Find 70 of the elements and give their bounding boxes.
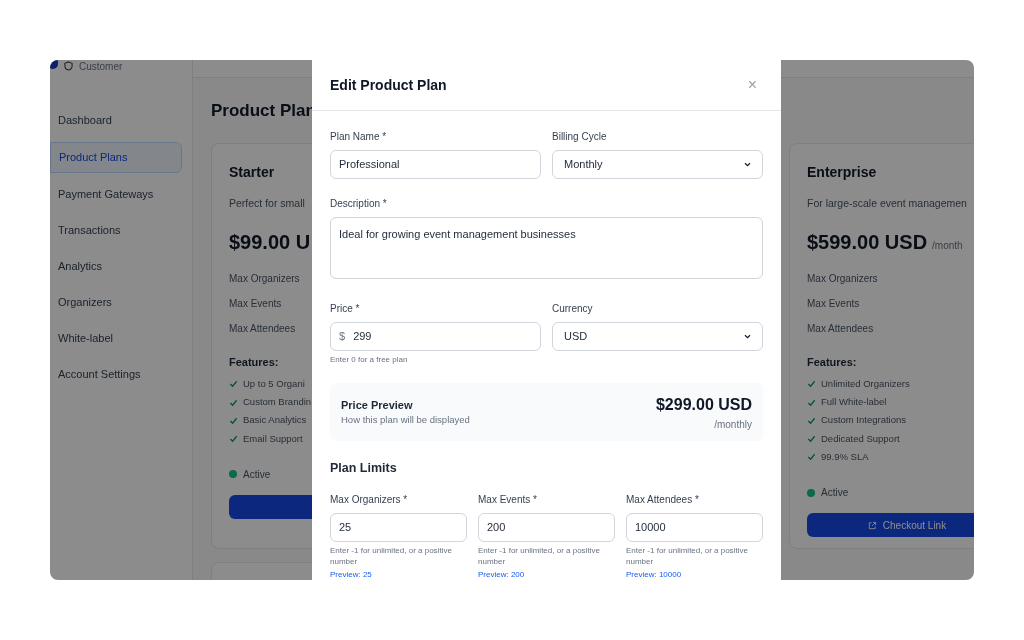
select-field[interactable]: Monthly — [552, 150, 763, 179]
preview-subtitle: How this plan will be displayed — [341, 413, 470, 428]
limit-label: Max Organizers — [229, 272, 301, 287]
preview-amount: $299.00 USD — [655, 394, 752, 415]
limit-label: Max Events — [229, 297, 283, 312]
field-label: Max Events * — [478, 492, 538, 507]
nav-item[interactable]: Organizers — [50, 288, 182, 317]
nav-item[interactable]: Payment Gateways — [50, 180, 182, 209]
number-field[interactable]: 10000 — [626, 512, 763, 542]
hint-text: Enter 0 for a free plan — [330, 354, 409, 366]
plan-name: Enterprise — [807, 162, 878, 182]
plan-description: Perfect for small — [229, 195, 306, 211]
feature-text: Up to 5 Organi — [243, 376, 305, 391]
feature-text: Custom Integrations — [821, 413, 906, 428]
hint-text: Enter -1 for unlimited, or a positive number — [330, 544, 453, 567]
limit-label: Max Events — [807, 297, 861, 312]
limit-label: Max Attendees — [229, 322, 297, 337]
external-link-icon — [867, 520, 877, 530]
modal-title: Edit Product Plan — [330, 75, 447, 95]
feature-text: Basic Analytics — [243, 413, 307, 428]
brand-name: Customer — [79, 60, 123, 74]
chevron-down-icon — [744, 162, 751, 167]
preview-text: Preview: 200 — [478, 568, 526, 580]
hint-text: Enter -1 for unlimited, or a positive number — [478, 544, 601, 567]
field-label: Description * — [330, 197, 388, 211]
text-area[interactable]: Ideal for growing event management businesses — [330, 217, 763, 279]
nav-item[interactable]: White-label — [50, 324, 182, 353]
field-label: Max Attendees * — [626, 492, 700, 507]
price-period: /month — [932, 239, 963, 254]
close-button[interactable]: × — [747, 77, 757, 93]
field-label: Billing Cycle — [552, 130, 608, 144]
status-text: Active — [243, 467, 271, 482]
status-text: Active — [821, 486, 849, 500]
field-label: Price * — [330, 302, 361, 316]
plan-price: $99.00 U — [229, 230, 311, 256]
plan-name: Starter — [229, 162, 276, 182]
limit-label: Max Attendees — [807, 322, 875, 337]
feature-text: Custom Brandin — [243, 395, 312, 409]
limit-label: Max Organizers — [807, 272, 879, 287]
feature-text: Email Support — [243, 431, 303, 446]
nav-item[interactable]: Analytics — [50, 252, 182, 281]
hint-text: Enter -1 for unlimited, or a positive number — [626, 544, 749, 567]
nav-item[interactable]: Account Settings — [50, 360, 182, 389]
field-label: Max Organizers * — [330, 492, 409, 507]
field-label: Plan Name * — [330, 130, 388, 144]
price-field[interactable]: $ 299 — [330, 322, 541, 351]
text-field[interactable]: Professional — [330, 150, 541, 179]
preview-text: Preview: 10000 — [626, 568, 683, 580]
select-field[interactable]: USD — [552, 322, 763, 351]
nav-item[interactable]: Transactions — [50, 216, 182, 245]
section-heading: Plan Limits — [330, 460, 398, 477]
preview-title: Price Preview — [341, 397, 414, 413]
features-heading: Features: — [229, 355, 280, 371]
preview-text: Preview: 25 — [330, 568, 373, 580]
number-field[interactable]: 200 — [478, 512, 615, 542]
plan-description: For large-scale event managemen — [807, 195, 968, 211]
checkout-button[interactable]: Checkout Link — [807, 513, 974, 537]
nav-item[interactable]: Product Plans — [50, 142, 182, 173]
feature-text: Unlimited Organizers — [821, 376, 910, 391]
nav-item[interactable]: Dashboard — [50, 106, 182, 135]
chevron-down-icon — [744, 334, 751, 339]
feature-text: 99.9% SLA — [821, 449, 869, 464]
number-field[interactable]: 25 — [330, 512, 467, 542]
plan-price: $599.00 USD — [807, 230, 928, 256]
feature-text: Full White-label — [821, 395, 887, 409]
features-heading: Features: — [807, 355, 858, 371]
feature-text: Dedicated Support — [821, 431, 900, 446]
preview-period: /monthly — [714, 417, 752, 432]
field-label: Currency — [552, 302, 594, 316]
shield-icon — [64, 61, 73, 71]
